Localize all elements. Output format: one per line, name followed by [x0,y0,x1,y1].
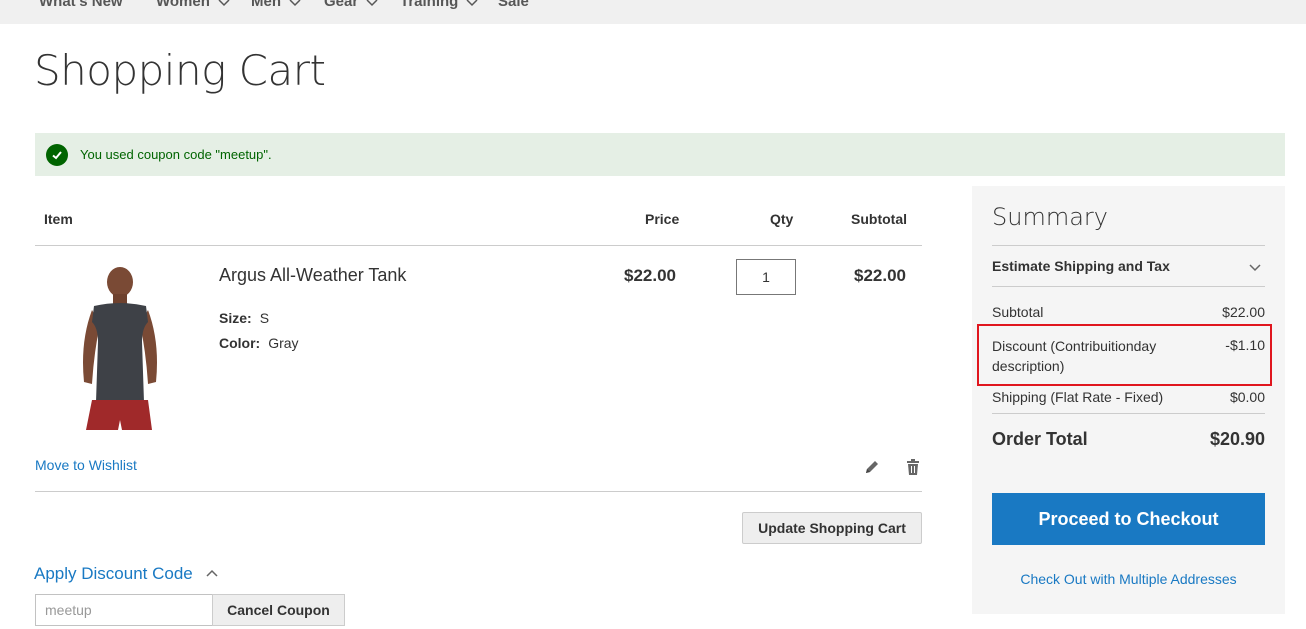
nav-label: Women [156,0,210,10]
subtotal-label: Subtotal [992,304,1044,320]
row-divider [35,491,922,492]
nav-label: Men [251,0,281,10]
column-header-price: Price [645,211,680,227]
nav-item-men[interactable]: Men [251,0,301,10]
quantity-input[interactable]: 1 [736,259,796,295]
subtotal-value: $22.00 [1222,304,1265,320]
estimate-shipping-toggle[interactable]: Estimate Shipping and Tax [992,258,1170,274]
option-label: Size: [219,310,252,326]
option-value: Gray [268,335,299,351]
column-header-item: Item [44,211,73,227]
table-divider [35,245,922,246]
item-price: $22.00 [624,266,676,285]
success-message-text: You used coupon code "meetup". [80,147,272,162]
proceed-to-checkout-button[interactable]: Proceed to Checkout [992,493,1265,545]
nav-item-training[interactable]: Training [400,0,478,10]
order-total-label: Order Total [992,429,1088,449]
summary-divider [992,413,1265,414]
pencil-icon[interactable] [863,458,881,476]
trash-icon[interactable] [904,458,922,476]
nav-item-whats-new[interactable]: What's New [39,0,123,10]
product-option-size: Size: S [219,310,269,326]
chevron-down-icon [466,0,478,8]
nav-label: Gear [324,0,359,10]
nav-item-sale[interactable]: Sale [498,0,529,10]
item-subtotal: $22.00 [854,266,906,285]
option-label: Color: [219,335,261,351]
column-header-qty: Qty [770,211,794,227]
summary-divider [992,245,1265,246]
success-message: You used coupon code "meetup". [35,133,1285,176]
update-cart-button[interactable]: Update Shopping Cart [742,512,922,544]
discount-code-input[interactable]: meetup [35,594,213,626]
column-header-subtotal: Subtotal [851,211,907,227]
multiple-addresses-link[interactable]: Check Out with Multiple Addresses [972,571,1285,587]
cancel-coupon-button[interactable]: Cancel Coupon [212,594,345,626]
nav-label: Sale [498,0,529,10]
discount-title-label: Apply Discount Code [34,564,193,583]
summary-divider [992,286,1265,287]
chevron-down-icon[interactable] [1249,260,1261,272]
page-title: Shopping Cart [34,46,326,95]
chevron-down-icon [289,0,301,8]
top-navigation: What's New Women Men Gear Training Sale [0,0,1306,24]
nav-item-women[interactable]: Women [156,0,230,10]
move-to-wishlist-link[interactable]: Move to Wishlist [35,457,137,473]
nav-label: Training [400,0,459,10]
product-name-link[interactable]: Argus All-Weather Tank [219,265,406,286]
order-total-value: $20.90 [1209,429,1265,449]
checkmark-icon [46,143,68,166]
apply-discount-toggle[interactable]: Apply Discount Code [34,564,218,584]
order-summary: Summary Estimate Shipping and Tax Subtot… [972,186,1285,614]
discount-highlight-box [977,324,1272,386]
shipping-value: $0.00 [1229,389,1265,405]
nav-label: What's New [39,0,123,10]
summary-title: Summary [992,203,1108,231]
chevron-down-icon [218,0,230,8]
shipping-label: Shipping (Flat Rate - Fixed) [992,389,1164,405]
nav-item-gear[interactable]: Gear [324,0,378,10]
product-image[interactable] [50,262,190,432]
chevron-up-icon [206,568,218,580]
chevron-down-icon [366,0,378,8]
product-option-color: Color: Gray [219,335,299,351]
option-value: S [259,310,270,326]
